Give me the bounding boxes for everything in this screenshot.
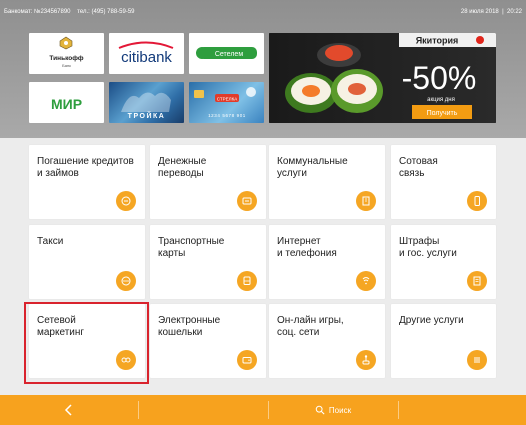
service-label: Погашение кредитов и займов — [37, 156, 134, 179]
promo-brand: Якитория — [416, 36, 459, 46]
banner-setelem[interactable]: Сетелем — [189, 33, 264, 74]
service-tile[interactable]: Другие услуги — [391, 304, 496, 378]
list-icon — [467, 350, 487, 370]
transfer-icon — [237, 191, 257, 211]
service-label: Такси — [37, 236, 64, 247]
bottom-bar: Поиск — [0, 395, 526, 425]
top-panel: Банкомат: №234567890 тел.: (495) 788-59-… — [0, 0, 526, 138]
terminal-number: Банкомат: №234567890 — [4, 9, 71, 15]
service-tile[interactable]: Электронные кошельки — [150, 304, 266, 378]
tinkoff-logo: Тинькофф Банк — [49, 36, 84, 68]
wifi-icon — [356, 271, 376, 291]
service-tile[interactable]: Коммунальные услуги — [269, 145, 385, 219]
wallet-icon — [237, 350, 257, 370]
citibank-logo: citibank — [118, 41, 174, 66]
mir-name: МИР — [51, 96, 82, 112]
troika-logo: ТРОЙКА — [121, 92, 171, 120]
service-tile[interactable]: Сотовая связь — [391, 145, 496, 219]
strelka-name: СТРЕЛКА — [217, 97, 237, 102]
search-icon — [315, 405, 325, 415]
service-label: Штрафы и гос. услуги — [399, 236, 457, 259]
promo-discount: -50% — [402, 60, 477, 96]
coins-icon — [116, 191, 136, 211]
date: 28 июля 2018 — [460, 9, 499, 15]
setelem-logo: Сетелем — [196, 47, 257, 59]
mir-logo: МИР — [51, 96, 82, 112]
phone-icon — [467, 191, 487, 211]
troika-name: ТРОЙКА — [128, 111, 166, 120]
setelem-name: Сетелем — [215, 51, 243, 58]
divider — [138, 401, 139, 419]
terminal-info: Банкомат: №234567890 тел.: (495) 788-59-… — [4, 0, 135, 24]
datetime: 28 июля 2018 | 20:22 — [460, 9, 522, 15]
service-label: Другие услуги — [399, 315, 464, 326]
service-tile[interactable]: Штрафы и гос. услуги — [391, 225, 496, 299]
service-tile[interactable]: Погашение кредитов и займов — [29, 145, 145, 219]
terminal-phone: тел.: (495) 788-59-59 — [77, 9, 135, 15]
promo-graphic: Якитория -50% акция дня Получить — [269, 33, 496, 123]
service-tile[interactable]: Интернет и телефония — [269, 225, 385, 299]
service-tile[interactable]: Он-лайн игры, соц. сети — [269, 304, 385, 378]
chevron-left-icon — [64, 404, 72, 416]
search-button[interactable]: Поиск — [268, 395, 398, 425]
service-tile[interactable]: Сетевой маркетинг — [29, 304, 145, 378]
network-icon — [116, 350, 136, 370]
service-label: Денежные переводы — [158, 156, 207, 179]
strelka-logo: СТРЕЛКА 1234 5678 901 — [194, 87, 256, 118]
service-tile[interactable]: Такси — [29, 225, 145, 299]
strelka-card-number: 1234 5678 901 — [208, 113, 246, 118]
banner-troika[interactable]: ТРОЙКА — [109, 82, 184, 123]
house-icon — [356, 191, 376, 211]
banner-citibank[interactable]: citibank — [109, 33, 184, 74]
tinkoff-name: Тинькофф — [49, 55, 83, 62]
service-label: Электронные кошельки — [158, 315, 221, 338]
promo-banner[interactable]: Якитория -50% акция дня Получить — [269, 33, 496, 123]
bus-icon — [237, 271, 257, 291]
tinkoff-sub: Банк — [62, 63, 71, 68]
service-label: Коммунальные услуги — [277, 156, 348, 179]
taxi-icon — [116, 271, 136, 291]
service-tile[interactable]: Денежные переводы — [150, 145, 266, 219]
time: 20:22 — [506, 9, 522, 15]
status-bar: Банкомат: №234567890 тел.: (495) 788-59-… — [0, 0, 526, 24]
divider — [398, 401, 399, 419]
citibank-name: citibank — [121, 49, 172, 66]
banner-strelka[interactable]: СТРЕЛКА 1234 5678 901 — [189, 82, 264, 123]
joystick-icon — [356, 350, 376, 370]
back-button[interactable] — [0, 395, 138, 425]
promo-get-button: Получить — [427, 110, 458, 117]
banner-tinkoff[interactable]: Тинькофф Банк — [29, 33, 104, 74]
service-label: Он-лайн игры, соц. сети — [277, 315, 344, 338]
service-label: Сотовая связь — [399, 156, 438, 179]
search-label: Поиск — [328, 405, 352, 415]
document-icon — [467, 271, 487, 291]
service-label: Сетевой маркетинг — [37, 315, 85, 338]
promo-caption: акция дня — [427, 97, 455, 103]
service-tile[interactable]: Транспортные карты — [150, 225, 266, 299]
banner-mir[interactable]: МИР — [29, 82, 104, 123]
service-label: Транспортные карты — [158, 236, 225, 259]
service-label: Интернет и телефония — [277, 236, 337, 259]
